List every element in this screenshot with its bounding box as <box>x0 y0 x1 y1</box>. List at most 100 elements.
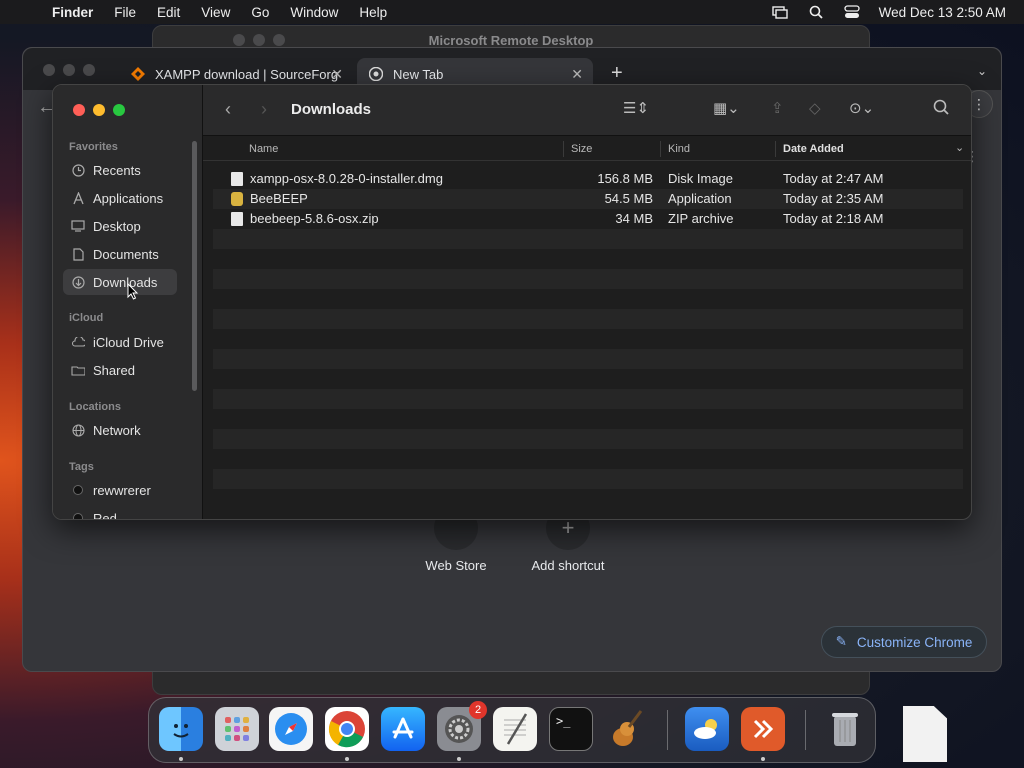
sidebar-item-recents[interactable]: Recents <box>63 157 177 183</box>
file-date: Today at 2:35 AM <box>783 191 884 206</box>
trash-icon[interactable] <box>823 707 867 751</box>
sidebar-item-label: Documents <box>93 246 159 262</box>
menu-clock[interactable]: Wed Dec 13 2:50 AM <box>879 5 1006 20</box>
minimize-button[interactable] <box>93 104 105 116</box>
chrome-icon[interactable] <box>325 707 369 751</box>
column-name[interactable]: Name <box>249 143 278 155</box>
weather-icon[interactable] <box>685 707 729 751</box>
sidebar-item-icloud-drive[interactable]: iCloud Drive <box>63 329 177 355</box>
menu-app-name[interactable]: Finder <box>52 5 93 20</box>
empty-row <box>213 389 963 409</box>
sidebar-item-tag-red[interactable]: Red <box>63 505 177 519</box>
sidebar-header-favorites: Favorites <box>69 141 118 153</box>
file-size: 156.8 MB <box>597 171 653 186</box>
column-header: Name Size Kind Date Added ⌄ <box>203 137 971 161</box>
spotlight-search-icon[interactable] <box>807 5 825 19</box>
menu-file[interactable]: File <box>114 5 136 20</box>
file-size: 54.5 MB <box>604 191 653 206</box>
shortcut-label: Add shortcut <box>531 558 605 573</box>
download-icon <box>71 275 85 289</box>
zip-archive-icon <box>231 212 243 226</box>
sidebar-item-applications[interactable]: Applications <box>63 185 177 211</box>
forward-chevron-icon[interactable]: › <box>261 99 267 120</box>
empty-row <box>213 469 963 489</box>
sidebar-item-label: Desktop <box>93 218 141 234</box>
list-view-icon[interactable]: ☰⇕ <box>623 99 649 117</box>
file-date: Today at 2:47 AM <box>783 171 884 186</box>
chrome-zoom-button[interactable] <box>83 64 95 76</box>
screen-mirroring-icon[interactable] <box>771 5 789 19</box>
empty-row <box>213 309 963 329</box>
search-icon[interactable] <box>933 99 949 119</box>
file-list: xampp-osx-8.0.28-0-installer.dmg 156.8 M… <box>213 169 963 509</box>
chrome-minimize-button[interactable] <box>63 64 75 76</box>
garageband-icon[interactable] <box>605 707 649 751</box>
file-name: BeeBEEP <box>250 191 308 206</box>
empty-row <box>213 449 963 469</box>
share-icon[interactable]: ⇪ <box>771 99 784 117</box>
sort-chevron-icon[interactable]: ⌄ <box>955 141 964 154</box>
chrome-icon <box>369 67 383 81</box>
sidebar-item-label: Shared <box>93 362 135 378</box>
new-tab-button[interactable]: + <box>611 62 623 85</box>
sidebar-item-label: rewwrerer <box>93 482 151 498</box>
finder-icon[interactable] <box>159 707 203 751</box>
file-name: xampp-osx-8.0.28-0-installer.dmg <box>250 171 443 186</box>
app-store-icon[interactable] <box>381 707 425 751</box>
file-row[interactable]: xampp-osx-8.0.28-0-installer.dmg 156.8 M… <box>213 169 963 189</box>
textedit-icon[interactable] <box>493 707 537 751</box>
file-date: Today at 2:18 AM <box>783 211 884 226</box>
close-button[interactable] <box>73 104 85 116</box>
empty-row <box>213 369 963 389</box>
sidebar-header-tags: Tags <box>69 461 94 473</box>
zoom-button[interactable] <box>113 104 125 116</box>
tag-icon[interactable]: ◇ <box>809 99 821 117</box>
control-center-icon[interactable] <box>843 5 861 19</box>
sidebar-item-desktop[interactable]: Desktop <box>63 213 177 239</box>
sidebar-item-downloads[interactable]: Downloads <box>63 269 177 295</box>
close-tab-icon[interactable]: ✕ <box>571 66 583 83</box>
chrome-close-button[interactable] <box>43 64 55 76</box>
finder-toolbar: ‹ › Downloads ☰⇕ ▦⌄ ⇪ ◇ ⊙⌄ <box>203 85 971 136</box>
more-actions-icon[interactable]: ⊙⌄ <box>849 99 874 117</box>
close-tab-icon[interactable]: ✕ <box>331 66 343 83</box>
column-kind[interactable]: Kind <box>668 143 690 155</box>
sidebar-item-label: Recents <box>93 162 141 178</box>
finder-sidebar: Favorites Recents Applications Desktop D… <box>53 85 203 519</box>
back-chevron-icon[interactable]: ‹ <box>225 99 231 120</box>
finder-window: Favorites Recents Applications Desktop D… <box>52 84 972 520</box>
safari-icon[interactable] <box>269 707 313 751</box>
desktop-icon <box>71 219 85 233</box>
terminal-icon[interactable]: >_ <box>549 707 593 751</box>
file-row[interactable]: beebeep-5.8.6-osx.zip 34 MB ZIP archive … <box>213 209 963 229</box>
column-size[interactable]: Size <box>571 143 592 155</box>
file-row[interactable]: BeeBEEP 54.5 MB Application Today at 2:3… <box>213 189 963 209</box>
empty-row <box>213 489 963 509</box>
empty-row <box>213 329 963 349</box>
menu-view[interactable]: View <box>201 5 230 20</box>
tab-label: XAMPP download | SourceForg <box>155 66 339 82</box>
applications-icon <box>71 191 85 205</box>
launchpad-icon[interactable] <box>215 707 259 751</box>
empty-row <box>213 229 963 249</box>
empty-row <box>213 349 963 369</box>
desktop-file-icon[interactable] <box>903 706 947 762</box>
sidebar-item-tag-rewwrerer[interactable]: rewwrerer <box>63 477 177 503</box>
menu-help[interactable]: Help <box>359 5 387 20</box>
remote-desktop-icon[interactable] <box>741 707 785 751</box>
group-icon[interactable]: ▦⌄ <box>713 99 740 117</box>
sidebar-item-shared[interactable]: Shared <box>63 357 177 383</box>
empty-row <box>213 249 963 269</box>
sourceforge-icon <box>131 67 145 81</box>
menu-go[interactable]: Go <box>251 5 269 20</box>
sidebar-item-network[interactable]: Network <box>63 417 177 443</box>
menu-edit[interactable]: Edit <box>157 5 180 20</box>
system-settings-icon[interactable]: 2 <box>437 701 487 751</box>
column-date-added[interactable]: Date Added <box>783 143 844 155</box>
sidebar-item-documents[interactable]: Documents <box>63 241 177 267</box>
tab-search-chevron-icon[interactable]: ⌄ <box>977 64 987 78</box>
menu-window[interactable]: Window <box>290 5 338 20</box>
notification-badge: 2 <box>469 701 487 719</box>
sidebar-scrollbar[interactable] <box>192 141 197 391</box>
customize-chrome-button[interactable]: ✎ Customize Chrome <box>821 626 987 658</box>
